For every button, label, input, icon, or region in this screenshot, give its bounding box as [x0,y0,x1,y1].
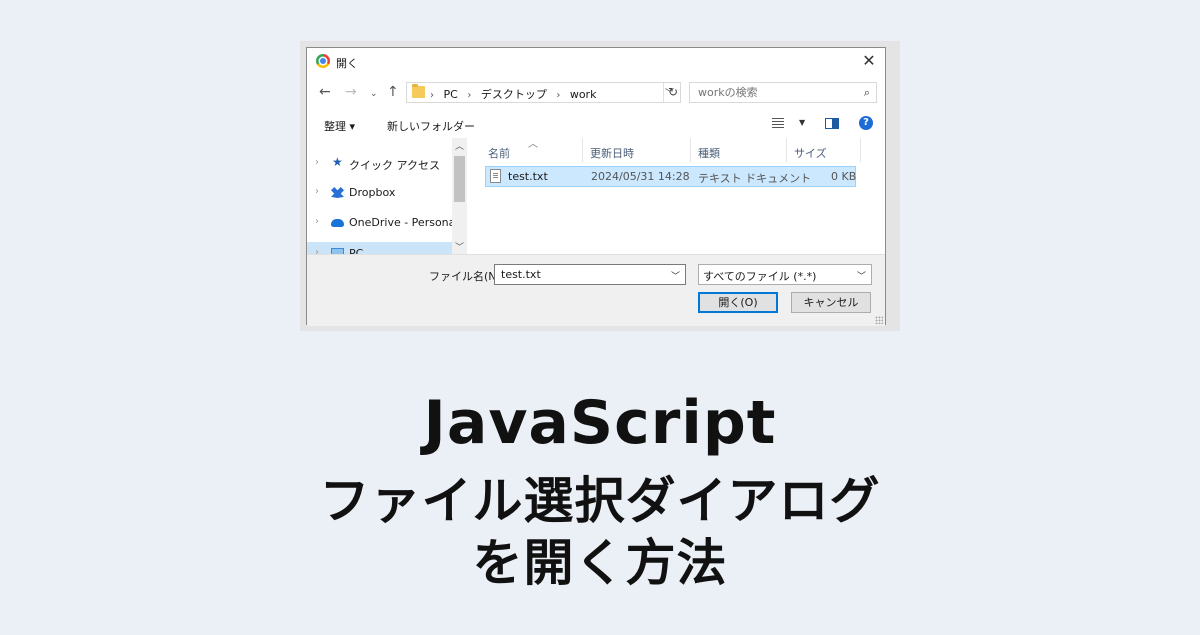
new-folder-button[interactable]: 新しいフォルダー [387,118,475,134]
column-label: 更新日時 [590,147,634,160]
text-file-icon [490,169,501,183]
dropbox-icon [331,187,344,198]
file-type-value: すべてのファイル (*.*) [703,270,817,283]
file-modified: 2024/05/31 14:28 [591,170,690,183]
folder-icon [412,84,425,98]
filename-input[interactable] [499,267,663,282]
chrome-icon [316,54,330,68]
expand-chevron-icon[interactable]: › [315,247,319,254]
title-bar: 開く ✕ [307,48,885,76]
search-icon: ⌕ [863,86,870,99]
view-chevron-down-icon[interactable]: ▼ [799,118,805,127]
refresh-icon[interactable]: ↻ [663,83,682,102]
star-icon: ★ [332,155,343,169]
nav-item-label: Dropbox [349,186,396,199]
expand-chevron-icon[interactable]: › [315,186,319,197]
help-icon[interactable]: ? [859,116,873,130]
column-header-modified[interactable]: 更新日時 [583,138,691,162]
navigation-pane: › ★ クイック アクセス › Dropbox › OneDrive - Per… [307,138,467,254]
headline-line-1: JavaScript [423,388,777,458]
column-header-type[interactable]: 種類 [691,138,787,162]
forward-arrow-icon[interactable]: → [345,84,357,100]
expand-chevron-icon[interactable]: › [315,216,319,227]
scroll-up-icon[interactable]: ︿ [455,139,464,152]
open-button[interactable]: 開く(O) [698,292,778,313]
filename-combobox[interactable]: ﹀ [494,264,686,285]
breadcrumb-item[interactable]: PC [444,88,458,101]
file-type: テキスト ドキュメント [698,172,812,185]
file-type-select[interactable]: すべてのファイル (*.*) ﹀ [698,264,872,285]
scrollbar-thumb[interactable] [454,156,465,202]
breadcrumb: › PC › デスクトップ › work [430,88,597,101]
file-size: 0 KB [831,170,857,183]
breadcrumb-item[interactable]: デスクトップ [481,88,547,101]
resize-grip-icon[interactable] [875,316,883,324]
column-label: 名前 [488,147,510,160]
organize-button[interactable]: 整理 ▾ [324,118,355,134]
back-arrow-icon[interactable]: ← [319,84,331,100]
headline-line-3: を開く方法 [472,534,728,592]
recent-locations-chevron-icon[interactable]: ⌄ [370,86,378,102]
nav-item-label: PC [349,247,364,254]
chevron-down-icon[interactable]: ﹀ [671,269,680,282]
nav-scrollbar[interactable]: ︿ ﹀ [452,138,467,254]
expand-chevron-icon[interactable]: › [315,157,319,168]
onedrive-icon [331,219,344,227]
sort-ascending-icon: ︿ [528,139,538,150]
breadcrumb-item[interactable]: work [570,88,597,101]
column-header-name[interactable]: 名前 ︿ [481,138,583,162]
table-row[interactable]: test.txt 2024/05/31 14:28 テキスト ドキュメント 0 … [485,166,856,187]
file-name: test.txt [508,170,548,183]
cancel-button[interactable]: キャンセル [791,292,871,313]
up-arrow-icon[interactable]: ↑ [387,84,399,100]
dialog-title: 開く [336,57,358,70]
dialog-footer: ファイル名(N): ﹀ すべてのファイル (*.*) ﹀ 開く(O) キャンセル [307,254,885,326]
search-box[interactable]: ⌕ [689,82,877,103]
chevron-down-icon[interactable]: ﹀ [857,269,866,282]
file-open-dialog: 開く ✕ ← → ⌄ ↑ › PC › デスクトップ › work ﹀ ↻ ⌕ … [306,47,886,326]
scroll-down-icon[interactable]: ﹀ [455,240,464,253]
view-options-icon[interactable] [772,118,784,129]
nav-item-onedrive[interactable]: › OneDrive - Personal [307,211,458,235]
nav-item-label: OneDrive - Personal [349,216,459,229]
headline-line-2: ファイル選択ダイアログ [319,472,881,530]
column-label: 種類 [698,147,720,160]
nav-item-dropbox[interactable]: › Dropbox [307,181,452,205]
preview-pane-icon[interactable] [825,118,839,129]
nav-item-quick-access[interactable]: › ★ クイック アクセス [307,152,452,176]
search-input[interactable] [696,85,850,100]
nav-item-pc[interactable]: › PC [307,242,452,254]
close-button[interactable]: ✕ [859,50,879,72]
column-header-size[interactable]: サイズ [787,138,861,162]
nav-item-label: クイック アクセス [349,159,440,172]
address-bar[interactable]: › PC › デスクトップ › work ﹀ [406,82,681,103]
column-label: サイズ [794,147,827,160]
file-list: 名前 ︿ 更新日時 種類 サイズ test.txt 2024/05/31 14:… [481,138,861,254]
